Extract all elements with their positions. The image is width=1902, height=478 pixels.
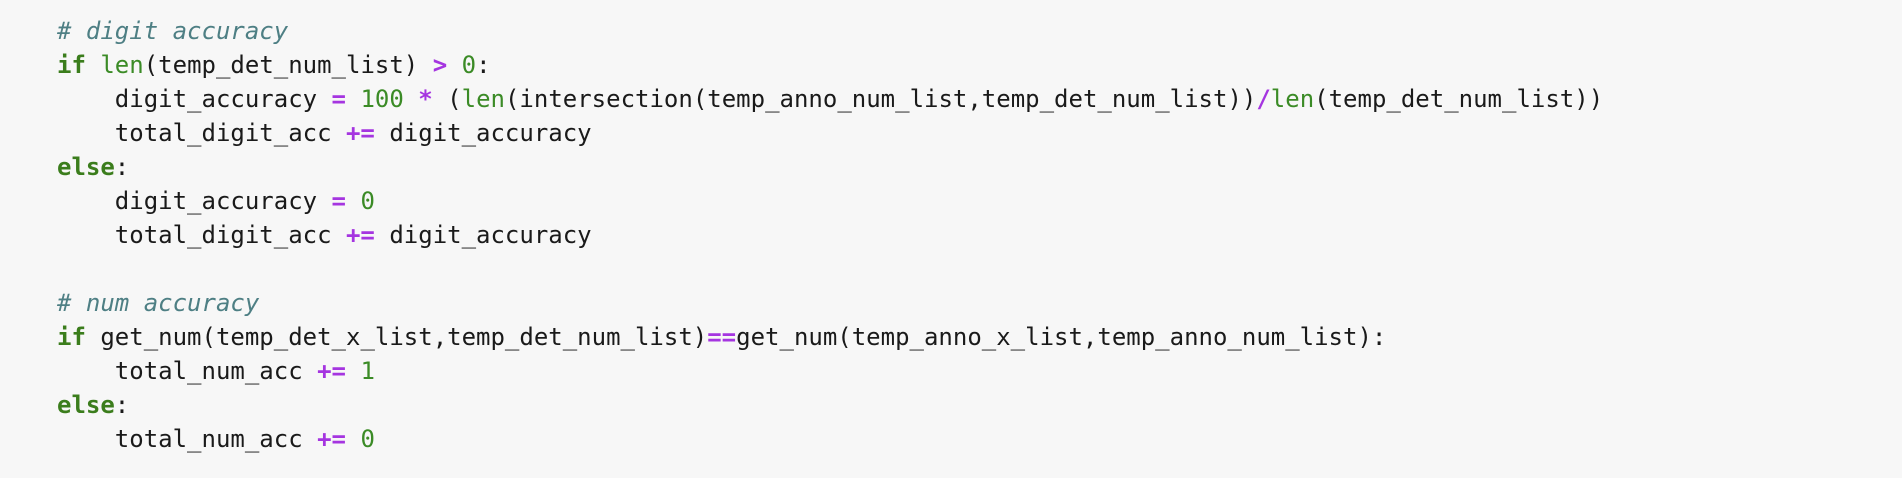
code-token: len — [461, 85, 505, 113]
code-token: : — [114, 391, 130, 419]
code-token: digit_accuracy — [374, 119, 592, 147]
code-token: len — [1270, 85, 1315, 113]
code-token: = — [331, 187, 346, 215]
code-token: else — [57, 153, 115, 181]
code-line: else: — [57, 150, 1902, 184]
code-token: if — [57, 51, 86, 79]
code-token: 100 — [360, 85, 404, 113]
code-token: total_num_acc — [57, 357, 318, 385]
code-line: total_digit_acc += digit_accuracy — [57, 116, 1902, 150]
code-line: # num accuracy — [57, 286, 1902, 320]
code-token: digit_accuracy — [374, 221, 592, 249]
code-line: # digit accuracy — [57, 14, 1902, 48]
code-token: / — [1256, 85, 1271, 113]
code-token: total_digit_acc — [57, 221, 346, 249]
code-token: > — [432, 51, 448, 79]
code-token: += — [317, 357, 346, 385]
code-token: = — [331, 85, 346, 113]
code-token: 0 — [360, 425, 375, 453]
code-token: # num accuracy — [57, 289, 260, 317]
code-token: : — [114, 153, 130, 181]
code-token: get_num(temp_det_x_list,temp_det_num_lis… — [85, 323, 708, 351]
code-line: total_num_acc += 0 — [57, 422, 1902, 456]
code-token: if — [57, 323, 86, 351]
code-token: 0 — [461, 51, 477, 79]
code-line: digit_accuracy = 0 — [57, 184, 1902, 218]
code-token: total_num_acc — [57, 425, 318, 453]
code-token: : — [476, 51, 491, 79]
code-line: total_digit_acc += digit_accuracy — [57, 218, 1902, 252]
code-token: else — [57, 391, 115, 419]
code-line: if get_num(temp_det_x_list,temp_det_num_… — [57, 320, 1902, 354]
code-token: ( — [432, 85, 462, 113]
code-line: total_num_acc += 1 — [57, 354, 1902, 388]
code-block: # digit accuracy if len(temp_det_num_list… — [0, 0, 1902, 478]
code-token: # digit accuracy — [57, 17, 289, 45]
code-line: else: — [57, 388, 1902, 422]
code-token: digit_accuracy — [57, 187, 332, 215]
code-token: += — [317, 425, 346, 453]
code-token: * — [418, 85, 433, 113]
code-token: += — [345, 119, 375, 147]
code-token: total_digit_acc — [57, 119, 346, 147]
code-token: (intersection(temp_anno_num_list,temp_de… — [504, 85, 1257, 113]
code-token: (temp_det_num_list)) — [1314, 85, 1604, 113]
code-token: == — [707, 323, 737, 351]
code-token: += — [345, 221, 375, 249]
code-token: 1 — [360, 357, 375, 385]
code-line: if len(temp_det_num_list) > 0: — [57, 48, 1902, 82]
code-token: get_num(temp_anno_x_list,temp_anno_num_l… — [736, 323, 1387, 351]
code-line: digit_accuracy = 100 * (len(intersection… — [57, 82, 1902, 116]
code-listing: # digit accuracy if len(temp_det_num_list… — [57, 14, 1902, 456]
code-token: 0 — [360, 187, 375, 215]
code-token: digit_accuracy — [57, 85, 332, 113]
code-token: (temp_det_num_list) — [143, 51, 433, 79]
code-token: len — [100, 51, 144, 79]
